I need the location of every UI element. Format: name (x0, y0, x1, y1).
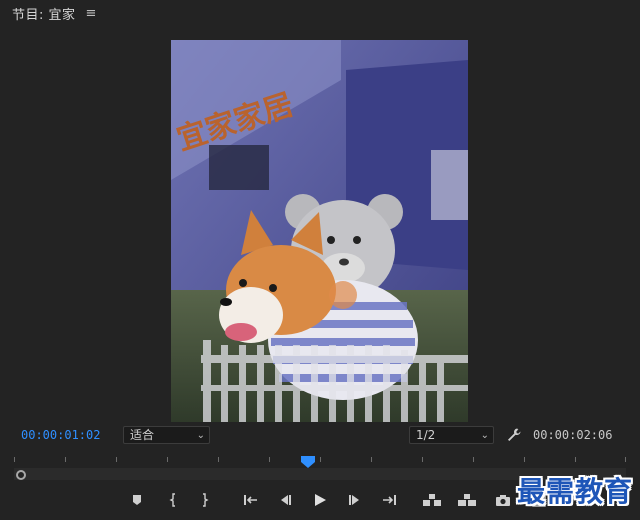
playhead[interactable] (300, 456, 318, 468)
dog-tongue (225, 323, 257, 341)
program-monitor-viewer[interactable]: 宜家家居 (171, 40, 468, 422)
watermark-logo: 最需教育 (517, 475, 634, 508)
step-back-icon[interactable] (274, 489, 296, 511)
wrench-settings-icon[interactable] (506, 427, 522, 443)
hamburger-menu-icon[interactable]: ≡ (86, 6, 97, 21)
duration-timecode: 00:00:02:06 (533, 428, 613, 442)
bear-eye (327, 236, 335, 244)
monitor-controls-row: 00:00:01:02 适合 ⌄ 1/2 ⌄ 00:00:02:06 (0, 426, 640, 446)
resolution-value: 1/2 (416, 428, 436, 442)
bear-nose (339, 258, 349, 266)
go-to-out-icon[interactable] (378, 489, 400, 511)
playback-resolution-select[interactable]: 1/2 ⌄ (409, 426, 494, 444)
dog-nose (220, 298, 232, 306)
step-forward-icon[interactable] (344, 489, 366, 511)
window (209, 145, 269, 190)
orange-patch (329, 281, 357, 309)
window (431, 150, 468, 220)
mark-in-icon[interactable] (162, 489, 184, 511)
extract-icon[interactable] (456, 489, 478, 511)
current-timecode[interactable]: 00:00:01:02 (21, 428, 100, 442)
mark-out-icon[interactable] (194, 489, 216, 511)
dog-eye (239, 279, 247, 287)
zoom-level-value: 适合 (130, 428, 155, 442)
export-frame-icon[interactable] (492, 489, 514, 511)
video-frame: 宜家家居 (171, 40, 468, 422)
panel-title[interactable]: 节目: 宜家 (12, 4, 76, 23)
time-ruler[interactable] (14, 455, 626, 465)
add-marker-icon[interactable] (126, 489, 148, 511)
bear-eye (353, 236, 361, 244)
panel-header: 节目: 宜家 ≡ (0, 0, 640, 26)
go-to-in-icon[interactable] (240, 489, 262, 511)
chevron-down-icon: ⌄ (480, 430, 489, 441)
dog-eye (269, 284, 277, 292)
zoom-level-select[interactable]: 适合 ⌄ (123, 426, 210, 444)
chevron-down-icon: ⌄ (196, 430, 205, 441)
zoom-scroll-handle[interactable] (16, 470, 26, 480)
lift-icon[interactable] (421, 489, 443, 511)
play-icon[interactable] (309, 489, 331, 511)
